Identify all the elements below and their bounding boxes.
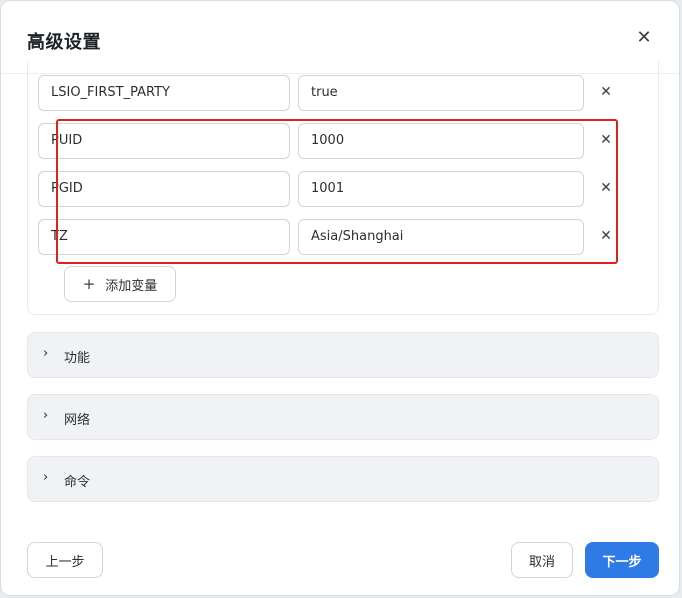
env-row: LSIO_FIRST_PARTY true ✕ <box>38 75 618 111</box>
remove-row-icon[interactable]: ✕ <box>598 228 614 244</box>
advanced-settings-dialog: 高级设置 ✕ LSIO_FIRST_PARTY true ✕ PUID 1000… <box>0 0 680 596</box>
chevron-right-icon: › <box>43 346 49 361</box>
env-key-input[interactable]: TZ <box>38 219 290 255</box>
plus-icon: + <box>82 275 96 293</box>
dialog-title: 高级设置 <box>27 32 101 53</box>
section-network[interactable]: › 网络 <box>27 394 659 440</box>
env-row: TZ Asia/Shanghai ✕ <box>38 219 618 255</box>
chevron-right-icon: › <box>43 408 49 423</box>
section-label: 网络 <box>64 413 91 428</box>
close-icon[interactable]: ✕ <box>635 27 653 48</box>
section-label: 功能 <box>64 351 91 366</box>
env-row: PGID 1001 ✕ <box>38 171 618 207</box>
env-value-input[interactable]: true <box>298 75 584 111</box>
env-row: PUID 1000 ✕ <box>38 123 618 159</box>
cancel-button[interactable]: 取消 <box>511 542 573 578</box>
add-variable-button[interactable]: + 添加变量 <box>64 266 176 302</box>
env-key-input[interactable]: PGID <box>38 171 290 207</box>
section-features[interactable]: › 功能 <box>27 332 659 378</box>
remove-row-icon[interactable]: ✕ <box>598 180 614 196</box>
previous-step-button[interactable]: 上一步 <box>27 542 103 578</box>
env-value-input[interactable]: Asia/Shanghai <box>298 219 584 255</box>
env-key-input[interactable]: LSIO_FIRST_PARTY <box>38 75 290 111</box>
chevron-right-icon: › <box>43 470 49 485</box>
env-value-input[interactable]: 1000 <box>298 123 584 159</box>
next-step-button[interactable]: 下一步 <box>585 542 659 578</box>
env-key-input[interactable]: PUID <box>38 123 290 159</box>
remove-row-icon[interactable]: ✕ <box>598 132 614 148</box>
section-command[interactable]: › 命令 <box>27 456 659 502</box>
env-value-input[interactable]: 1001 <box>298 171 584 207</box>
remove-row-icon[interactable]: ✕ <box>598 84 614 100</box>
add-variable-label: 添加变量 <box>105 278 158 294</box>
section-label: 命令 <box>64 475 91 490</box>
